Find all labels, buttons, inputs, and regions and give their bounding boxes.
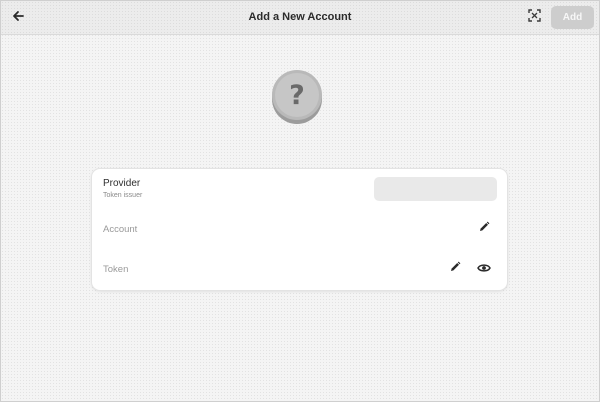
eye-icon xyxy=(477,260,491,278)
add-button[interactable]: Add xyxy=(551,6,594,29)
provider-logo: ? xyxy=(270,68,324,124)
svg-text:?: ? xyxy=(289,80,305,111)
pencil-icon xyxy=(478,220,490,238)
header-bar: Add a New Account Add xyxy=(1,1,599,35)
pencil-icon xyxy=(449,260,461,278)
account-form-card: Provider Token issuer Account Token xyxy=(92,169,507,290)
page-title: Add a New Account xyxy=(248,11,352,23)
provider-input[interactable] xyxy=(374,177,497,201)
provider-row: Provider Token issuer xyxy=(92,169,507,209)
token-label: Token xyxy=(103,264,129,275)
account-row[interactable]: Account xyxy=(92,209,507,249)
provider-subtitle: Token issuer xyxy=(103,192,143,199)
edit-account-button[interactable] xyxy=(475,220,493,238)
reveal-token-button[interactable] xyxy=(475,260,493,278)
question-mark-icon: ? xyxy=(272,70,322,124)
account-label: Account xyxy=(103,224,138,235)
provider-title: Provider xyxy=(103,178,141,189)
qr-scan-icon xyxy=(527,9,541,27)
token-row[interactable]: Token xyxy=(92,249,507,290)
back-button[interactable] xyxy=(7,7,29,29)
add-account-window: Add a New Account Add ? Provider Token i… xyxy=(0,0,600,402)
back-arrow-icon xyxy=(12,9,24,27)
scan-qr-button[interactable] xyxy=(523,7,545,29)
edit-token-button[interactable] xyxy=(446,260,464,278)
